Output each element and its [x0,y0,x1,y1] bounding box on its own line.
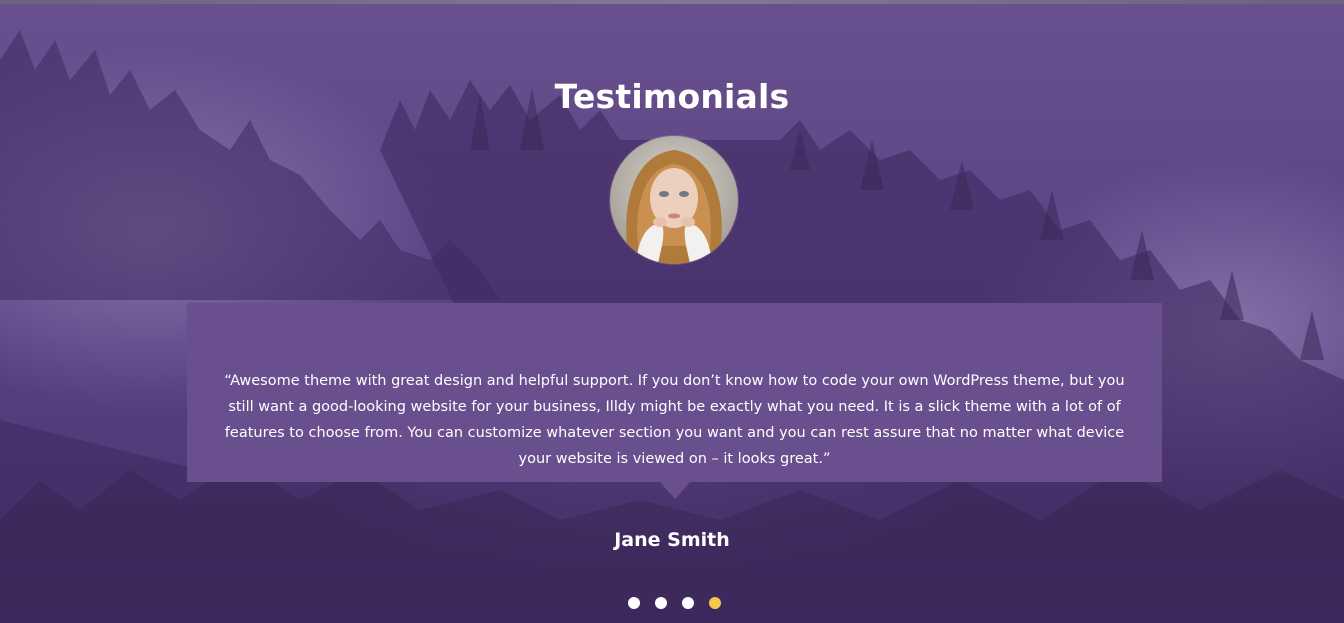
carousel-dot-4[interactable] [709,597,721,609]
testimonial-quote-box: “Awesome theme with great design and hel… [187,303,1162,482]
testimonial-avatar [610,136,738,264]
carousel-dot-1[interactable] [628,597,640,609]
carousel-dot-3[interactable] [682,597,694,609]
testimonial-author: Jane Smith [614,529,730,551]
section-title: Testimonials [554,77,790,117]
testimonial-quote: “Awesome theme with great design and hel… [224,372,1125,467]
testimonials-section: Testimonials “Awesome theme with great d… [0,0,1344,623]
quote-pointer [660,482,690,499]
top-divider [0,0,1344,4]
person-photo-icon [610,136,738,264]
carousel-dot-2[interactable] [655,597,667,609]
carousel-pagination [628,597,721,609]
